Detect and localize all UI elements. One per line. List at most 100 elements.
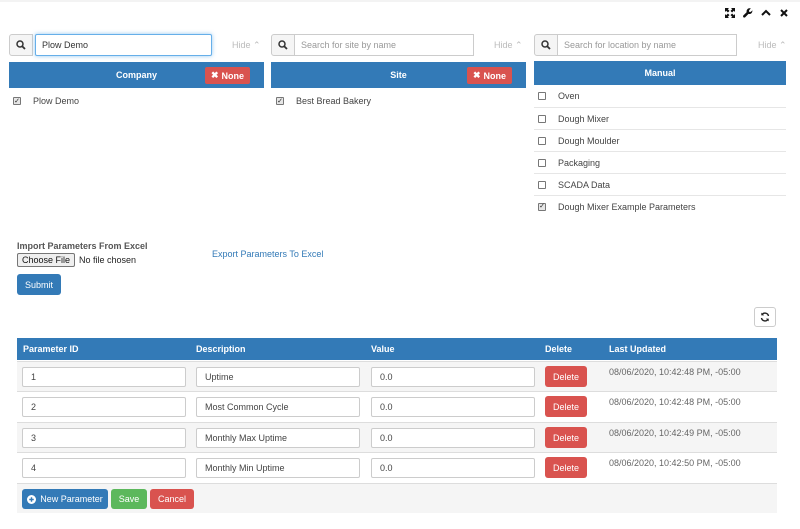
checkbox[interactable]: ✓ (276, 97, 284, 105)
list-item[interactable]: Packaging (534, 151, 786, 173)
site-search-group (271, 34, 474, 56)
value-input[interactable]: 0.0 (371, 367, 535, 387)
location-search-button[interactable] (534, 34, 558, 56)
site-search-button[interactable] (271, 34, 295, 56)
list-item-label: Oven (558, 91, 580, 101)
checkbox[interactable]: ✓ (13, 97, 21, 105)
list-item-label: Plow Demo (33, 96, 80, 106)
parameter-id-input[interactable]: 3 (22, 428, 186, 448)
list-item[interactable]: Oven (538, 85, 786, 107)
column-header: Description (196, 344, 246, 354)
list-item-label: Dough Moulder (558, 135, 620, 146)
new-parameter-button[interactable]: New Parameter (22, 489, 108, 509)
delete-button[interactable]: Delete (545, 366, 587, 387)
checkbox[interactable] (538, 114, 546, 123)
delete-button[interactable]: Delete (545, 396, 587, 417)
location-hide-label: Hide (758, 40, 777, 50)
file-input: Choose File No file chosen (17, 253, 136, 267)
window-controls (724, 7, 790, 19)
table-header: Parameter ID Description Value Delete La… (17, 338, 777, 360)
cancel-button[interactable]: Cancel (150, 489, 194, 509)
list-item[interactable]: Dough Moulder (534, 129, 786, 151)
column-header: Parameter ID (23, 344, 79, 354)
expand-icon[interactable] (724, 7, 736, 19)
company-header-label: Company (115, 70, 157, 80)
close-icon[interactable] (778, 7, 790, 19)
value-input[interactable]: 0.0 (371, 397, 535, 417)
site-none-button[interactable]: ✖ None (466, 67, 512, 84)
import-label: Import Parameters From Excel (17, 241, 148, 251)
description-input[interactable]: Uptime (196, 367, 360, 387)
checkbox[interactable] (538, 136, 546, 145)
location-search-group (534, 34, 737, 56)
chevron-up-icon: ⌃ (253, 40, 261, 50)
site-search-input[interactable] (295, 34, 474, 56)
top-border (0, 0, 800, 2)
close-icon: ✖ (210, 70, 219, 80)
site-panel-header: Site ✖ None (271, 62, 526, 88)
list-item[interactable]: ✓ Best Bread Bakery (276, 90, 371, 112)
company-search-button[interactable] (9, 34, 33, 56)
company-hide-link[interactable]: Hide ⌃ (232, 40, 261, 51)
parameter-id-input[interactable]: 2 (22, 397, 186, 417)
close-icon: ✖ (472, 70, 481, 80)
checkbox[interactable] (538, 92, 546, 100)
parameter-id-input[interactable]: 4 (22, 458, 186, 478)
value-input[interactable]: 0.0 (371, 428, 535, 448)
no-file-text: No file chosen (79, 255, 137, 265)
table-row: 4 Monthly Min Uptime 0.0 Delete 08/06/20… (17, 452, 777, 482)
location-header-label: Manual (644, 68, 676, 78)
description-input[interactable]: Monthly Min Uptime (196, 458, 360, 478)
list-item-label: Dough Mixer Example Parameters (558, 201, 696, 212)
list-item[interactable]: SCADA Data (534, 173, 786, 195)
save-button[interactable]: Save (111, 489, 147, 509)
chevron-up-icon: ⌃ (515, 40, 523, 50)
checkbox[interactable] (538, 158, 546, 167)
refresh-icon (760, 312, 770, 322)
list-item-label: Best Bread Bakery (296, 96, 372, 106)
checkbox[interactable]: ✓ (538, 202, 546, 211)
parameter-id-input[interactable]: 1 (22, 367, 186, 387)
location-panel-header: Manual (534, 61, 786, 85)
none-label: None (221, 70, 245, 81)
chevron-up-icon[interactable] (760, 7, 772, 19)
list-item[interactable]: ✓ Dough Mixer Example Parameters (534, 195, 786, 217)
wrench-icon[interactable] (742, 7, 754, 19)
list-item-label: Dough Mixer (558, 113, 610, 124)
last-updated: 08/06/2020, 10:42:50 PM, -05:00 (609, 458, 741, 468)
column-header: Delete (545, 344, 573, 354)
description-input[interactable]: Most Common Cycle (196, 397, 360, 417)
company-none-button[interactable]: ✖ None (204, 67, 250, 84)
delete-button[interactable]: Delete (545, 427, 587, 448)
search-icon (278, 40, 288, 50)
choose-file-button[interactable]: Choose File (17, 253, 76, 267)
plus-circle-icon (27, 494, 37, 504)
list-item-label: SCADA Data (558, 179, 611, 190)
search-icon (16, 40, 26, 50)
site-hide-link[interactable]: Hide ⌃ (494, 40, 523, 51)
search-icon (541, 40, 551, 50)
list-item[interactable]: ✓ Plow Demo (13, 90, 79, 112)
submit-button[interactable]: Submit (17, 274, 61, 295)
list-item-label: Packaging (558, 157, 601, 168)
location-hide-link[interactable]: Hide ⌃ (758, 40, 787, 51)
description-input[interactable]: Monthly Max Uptime (196, 428, 360, 448)
company-search-input[interactable] (35, 34, 212, 56)
none-label: None (483, 70, 507, 81)
value-input[interactable]: 0.0 (371, 458, 535, 478)
new-parameter-label: New Parameter (40, 494, 103, 504)
column-header: Value (371, 344, 395, 354)
site-hide-label: Hide (494, 40, 513, 50)
last-updated: 08/06/2020, 10:42:48 PM, -05:00 (609, 367, 741, 377)
last-updated: 08/06/2020, 10:42:49 PM, -05:00 (609, 428, 741, 438)
list-item[interactable]: Dough Mixer (534, 107, 786, 129)
last-updated: 08/06/2020, 10:42:48 PM, -05:00 (609, 397, 741, 407)
table-row: 3 Monthly Max Uptime 0.0 Delete 08/06/20… (17, 422, 777, 452)
chevron-up-icon: ⌃ (779, 40, 787, 50)
location-search-input[interactable] (558, 34, 737, 56)
export-link[interactable]: Export Parameters To Excel (212, 249, 323, 259)
refresh-button[interactable] (754, 307, 776, 327)
delete-button[interactable]: Delete (545, 457, 587, 478)
table-row: 2 Most Common Cycle 0.0 Delete 08/06/202… (17, 391, 777, 421)
checkbox[interactable] (538, 180, 546, 189)
